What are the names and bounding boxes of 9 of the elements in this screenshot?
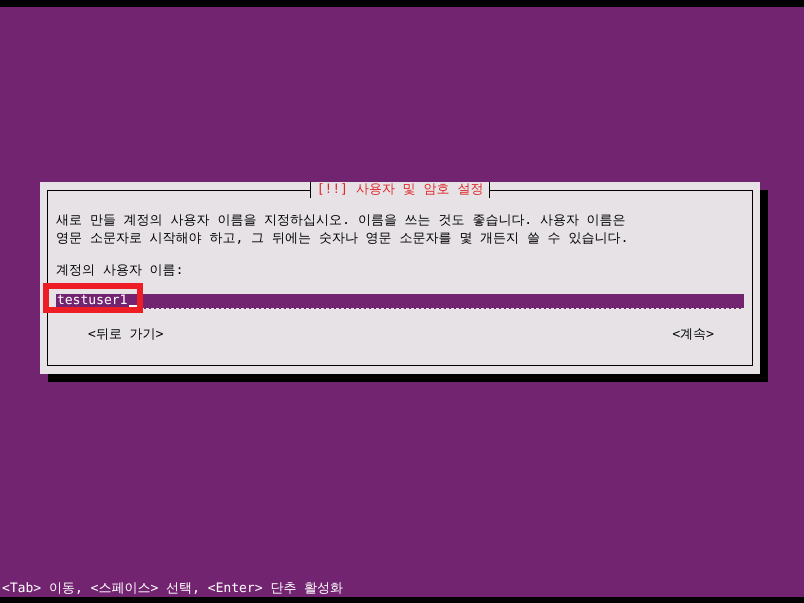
description-text: 영문 소문자로 시작해야 하고, 그 뒤에는 숫자나 영문 소문자를 몇 개든지 쓸 수 있습니다. (56, 230, 630, 248)
description-text: 새로 만들 계정의 사용자 이름을 지정하십시오. 이름을 쓰는 것도 좋습니다. 사용자 이름은 (56, 212, 627, 230)
continue-button[interactable]: <계속> (672, 327, 714, 343)
back-button[interactable]: <뒤로 가기> (88, 327, 164, 343)
status-bar-hint: <Tab> 이동, <스페이스> 선택, <Enter> 단추 활성화 (1, 581, 344, 597)
dialog-title: [!!] 사용자 및 암호 설정 (310, 182, 490, 198)
username-input-field[interactable]: testuser1 (56, 294, 744, 309)
field-label: 계정의 사용자 이름: (56, 262, 184, 280)
text-cursor (129, 305, 138, 307)
